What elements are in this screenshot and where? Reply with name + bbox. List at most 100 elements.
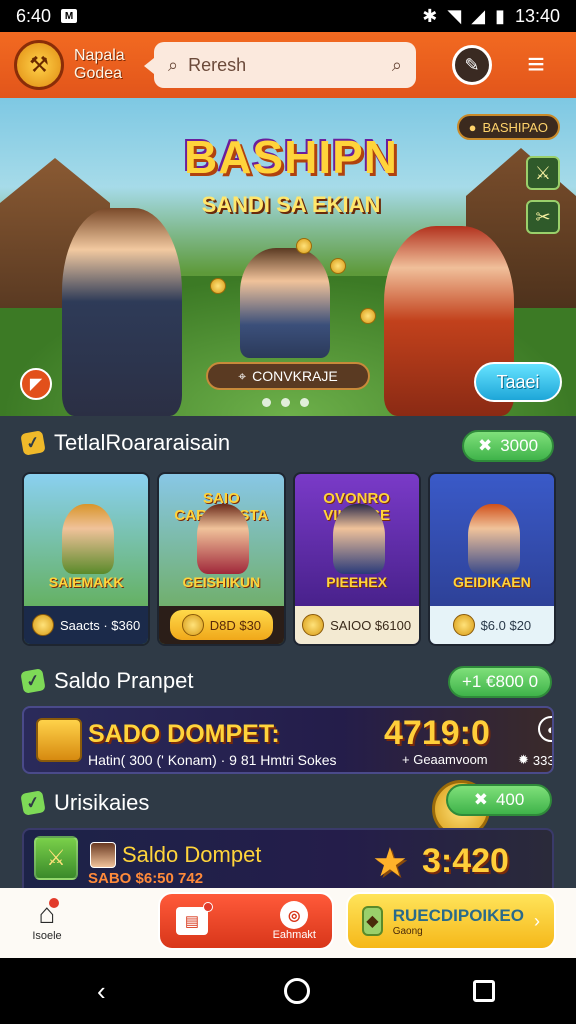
carousel-dot[interactable] (300, 398, 309, 407)
nav-wallet-label: Eahmakt (272, 929, 316, 941)
game-card-footer: D8D $30 (159, 606, 284, 644)
star-icon: ★ (372, 841, 408, 885)
notification-dot (203, 902, 213, 912)
game-card-title: GEIDIKAEN (452, 574, 531, 590)
carousel-dot[interactable] (281, 398, 290, 407)
chevron-right-icon: › (534, 910, 540, 931)
game-card[interactable]: SAIEMAKK Saacts · $360 (22, 472, 151, 646)
game-card-art: OVONRO VIHOSSE PIEEHEX (295, 474, 419, 610)
brand-name: Napala Godea (74, 47, 144, 83)
cross-icon: ✖ (473, 790, 488, 809)
wallet-balance-banner-2[interactable]: ⚔ Saldo Dompet SABO $6:50 742 ★ 3:420 (22, 828, 554, 890)
hero-character-cowboy (62, 208, 182, 416)
chat-button[interactable]: ✎ (452, 45, 492, 85)
section3-pill[interactable]: ✖ 400 (446, 784, 552, 816)
wifi-icon: ◥ (447, 5, 462, 26)
section1-pill[interactable]: ✖ 3000 (462, 430, 554, 462)
search-submit-icon[interactable]: ⌕ (392, 55, 402, 76)
game-card-footer: Saacts · $360 (24, 606, 149, 644)
coin-icon (296, 238, 312, 254)
check-icon: ✓ (20, 430, 46, 456)
coin-icon (302, 614, 325, 636)
game-character (62, 504, 114, 574)
coin-icon (32, 614, 55, 636)
bluetooth-icon: ✱ (422, 5, 438, 26)
hero-side-button-2[interactable]: ✂ (526, 200, 560, 234)
game-card-title: SAIEMAKK (48, 574, 124, 590)
coin-icon (210, 278, 226, 294)
wallet-balance-banner[interactable]: SADO DOMPET: Hatin( 300 (' Konam) · 9 81… (22, 706, 554, 774)
game-card-art: GEIDIKAEN (430, 474, 554, 610)
logo-icon[interactable]: ⚒ (14, 40, 64, 90)
gem-icon: ◆ (362, 906, 383, 936)
coin-icon (360, 308, 376, 324)
hero-subtitle: SANDI SA EKIAN (201, 192, 381, 217)
game-card[interactable]: SAIO CARBOESTA GEISHIKUN D8D $30 (157, 472, 286, 646)
game-card[interactable]: OVONRO VIHOSSE PIEEHEX SAIOO $6100 (292, 472, 421, 646)
wallet-balance-title: SADO DOMPET: (88, 720, 280, 748)
signal-icon: ◢ (471, 5, 486, 26)
carousel-dots[interactable] (262, 398, 309, 407)
cross-icon: ✖ (477, 436, 493, 455)
app-header: ⚒ Napala Godea ⌕ Reresh ⌕ ✎ ≡ (0, 32, 576, 98)
menu-button[interactable]: ≡ (516, 45, 556, 85)
wallet-balance-amount: 3:420 (422, 842, 509, 880)
game-card-footer: SAIOO $6100 (294, 606, 419, 644)
axe-icon: ✂ (535, 206, 551, 227)
game-card-art: SAIEMAKK (24, 474, 148, 610)
notification-badge-icon: M (61, 9, 78, 23)
game-card-title: PIEEHEX (326, 574, 387, 590)
info-icon[interactable]: ◐ (538, 716, 552, 742)
game-card-price-pill[interactable]: D8D $30 (169, 610, 274, 640)
target-icon: ◎ (280, 901, 309, 929)
coin-icon (452, 614, 475, 636)
section2-pill[interactable]: +1 €800 0 (448, 666, 552, 698)
hero-character-group (240, 248, 330, 358)
recents-icon[interactable] (472, 980, 495, 1002)
home-icon: ⌂ (39, 898, 60, 930)
notification-dot (49, 898, 60, 908)
section-heading-wins: ✓ Urisikaies (20, 790, 149, 816)
game-card[interactable]: GEIDIKAEN $6.0 $20 (427, 472, 556, 646)
battery-icon: ▮ (495, 5, 505, 26)
search-bar[interactable]: ⌕ Reresh ⌕ (144, 42, 416, 88)
game-character (197, 504, 250, 574)
wallet-balance-amount: 4719:0 (384, 714, 490, 752)
nav-cta-title: RUECDIPOIKEO (392, 905, 524, 925)
sword-icon: ⚔ (34, 836, 78, 880)
chat-icon: ✎ (464, 54, 480, 75)
nav-cta-button[interactable]: ◆ RUECDIPOIKEO Gaong › (346, 892, 556, 950)
coin-icon (181, 614, 204, 636)
home-circle-icon[interactable] (283, 978, 310, 1004)
hero-prev-button[interactable]: ◤ (20, 368, 52, 400)
wallet-balance-right-text: + Geaamvoom (402, 752, 488, 767)
nav-cta-label: Gaong (392, 925, 423, 937)
hero-title: BASHIPN (183, 131, 399, 183)
nav-home-button[interactable]: ⌂ Isoele (22, 898, 72, 952)
game-card-art: SAIO CARBOESTA GEISHIKUN (159, 474, 283, 610)
section-heading-games: ✓ TetlalRoararaisain (20, 430, 230, 456)
location-pill[interactable]: ⌖ CONVKRAJE (206, 362, 370, 390)
nav-cta-text: RUECDIPOIKEO Gaong (393, 906, 524, 937)
hero-top-pill[interactable]: ● BASHIPAO (456, 114, 560, 140)
search-icon: ⌕ (168, 54, 179, 75)
hero-cta-button[interactable]: Taaei (474, 362, 562, 402)
game-character (332, 504, 385, 574)
hero-banner[interactable]: BASHIPN SANDI SA EKIAN ● BASHIPAO ⚔ ✂ ◤ … (0, 98, 576, 416)
status-time-left: 6:40 (16, 5, 52, 26)
search-input[interactable]: Reresh (188, 55, 392, 76)
status-bar: 6:40 M ✱ ◥ ◢ ▮ 13:40 (0, 0, 576, 32)
coin-icon: ● (468, 119, 477, 135)
wallet-icon: ▤ (176, 902, 213, 935)
brand-line-1: Napala (74, 47, 125, 64)
carousel-dot[interactable] (262, 398, 271, 407)
coin-icon (330, 258, 346, 274)
coin-icon: ✹ (518, 752, 529, 767)
sword-icon: ⚔ (534, 162, 552, 183)
game-character (467, 504, 520, 574)
location-pin-icon: ⌖ (238, 367, 247, 384)
hero-side-button-1[interactable]: ⚔ (526, 156, 560, 190)
bottom-navigation: ⌂ Isoele ▤ ◎ Eahmakt ◆ RUECDIPOIKEO Gaon… (0, 888, 576, 958)
nav-wallet-button[interactable]: ▤ ◎ Eahmakt (158, 892, 334, 950)
back-icon[interactable]: ‹ (81, 971, 121, 1011)
